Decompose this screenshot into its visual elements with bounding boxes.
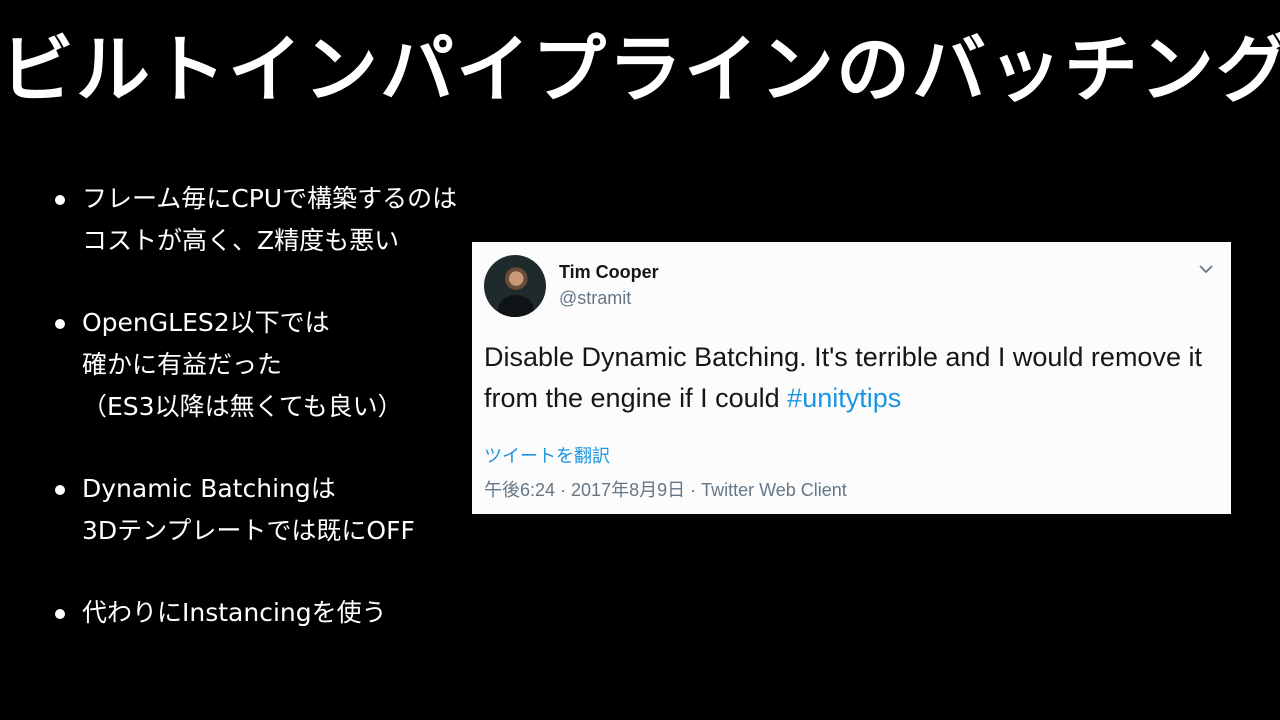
bullet-text: Dynamic Batchingは (82, 474, 336, 503)
bullet-text: （ES3以降は無くても良い） (82, 392, 403, 421)
bullet-item: フレーム毎にCPUで構築するのは コストが高く、Z精度も悪い (52, 178, 492, 262)
translate-tweet-link[interactable]: ツイートを翻訳 (484, 442, 610, 468)
bullet-dot-icon (55, 195, 65, 205)
bullet-item: OpenGLES2以下では 確かに有益だった （ES3以降は無くても良い） (52, 302, 492, 428)
chevron-down-icon[interactable] (1197, 260, 1215, 278)
embedded-tweet: Tim Cooper @stramit Disable Dynamic Batc… (472, 242, 1231, 514)
bullet-dot-icon (55, 485, 65, 495)
tweet-text: Disable Dynamic Batching. It's terrible … (484, 337, 1214, 419)
bullet-list: フレーム毎にCPUで構築するのは コストが高く、Z精度も悪い OpenGLES2… (52, 178, 492, 674)
tweet-author-handle[interactable]: @stramit (559, 288, 631, 309)
bullet-text: 3Dテンプレートでは既にOFF (82, 516, 415, 545)
tweet-metadata: 午後6:24 · 2017年8月9日 · Twitter Web Client (484, 480, 847, 500)
bullet-text: 代わりにInstancingを使う (82, 598, 387, 627)
hashtag-link[interactable]: #unitytips (787, 383, 901, 413)
bullet-item: 代わりにInstancingを使う (52, 592, 492, 634)
bullet-text: 確かに有益だった (82, 350, 283, 379)
tweet-author-name[interactable]: Tim Cooper (559, 262, 659, 283)
bullet-dot-icon (55, 609, 65, 619)
bullet-text: コストが高く、Z精度も悪い (82, 226, 400, 255)
bullet-text: フレーム毎にCPUで構築するのは (82, 184, 458, 213)
bullet-text: OpenGLES2以下では (82, 308, 330, 337)
bullet-dot-icon (55, 319, 65, 329)
user-avatar[interactable] (484, 255, 546, 317)
slide-title: ビルトインパイプラインのバッチング (0, 27, 1280, 113)
bullet-item: Dynamic Batchingは 3Dテンプレートでは既にOFF (52, 468, 492, 552)
